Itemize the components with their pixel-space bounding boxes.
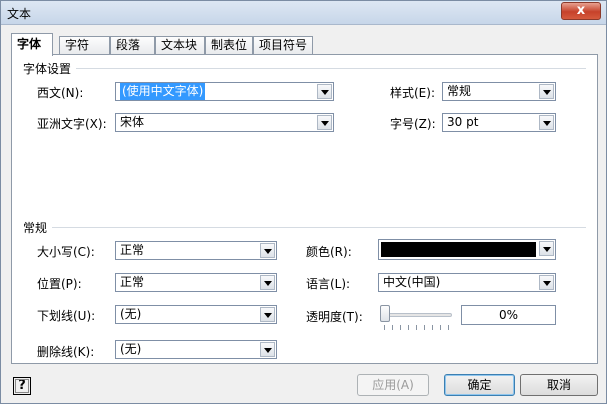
language-select[interactable]: 中文(中国) [378, 273, 556, 292]
underline-value: (无) [120, 307, 142, 321]
transparency-slider-ticks [384, 325, 452, 330]
language-label: 语言(L): [306, 277, 351, 291]
position-value: 正常 [120, 275, 145, 289]
asian-font-value: 宋体 [120, 115, 145, 129]
cancel-button[interactable]: 取消 [520, 374, 598, 396]
color-label: 颜色(R): [306, 245, 352, 259]
underline-select[interactable]: (无) [115, 305, 277, 324]
underline-label: 下划线(U): [37, 309, 96, 323]
tab-tabs[interactable]: 制表位 [205, 36, 253, 55]
close-icon: x [576, 3, 586, 18]
latin-font-label: 西文(N): [37, 86, 84, 100]
chevron-down-icon[interactable] [539, 115, 554, 130]
chevron-down-icon[interactable] [317, 84, 332, 99]
strikethrough-label: 删除线(K): [37, 345, 95, 359]
latin-font-select[interactable]: (使用中文字体) [115, 82, 334, 101]
tab-paragraph[interactable]: 段落 [110, 36, 155, 55]
transparency-label: 透明度(T): [306, 310, 363, 324]
general-heading: 常规 [23, 221, 48, 235]
size-label: 字号(Z): [390, 117, 436, 131]
asian-font-label: 亚洲文字(X): [37, 117, 107, 131]
chevron-down-icon[interactable] [260, 243, 275, 258]
size-value: 30 pt [447, 115, 479, 129]
group-divider [52, 227, 586, 228]
chevron-down-icon[interactable] [317, 115, 332, 130]
style-value: 常规 [447, 84, 472, 98]
chevron-down-icon[interactable] [539, 241, 554, 256]
window-title: 文本 [7, 7, 32, 21]
tab-character[interactable]: 字符 [59, 36, 110, 55]
strikethrough-value: (无) [120, 342, 142, 356]
tab-font[interactable]: 字体 [11, 33, 53, 56]
color-select[interactable] [378, 239, 556, 260]
title-bar: 文本 x [1, 1, 606, 25]
asian-font-select[interactable]: 宋体 [115, 113, 334, 132]
group-divider [76, 68, 586, 69]
close-button[interactable]: x [561, 2, 601, 20]
strikethrough-select[interactable]: (无) [115, 340, 277, 359]
font-settings-heading: 字体设置 [23, 62, 72, 76]
language-value: 中文(中国) [383, 275, 441, 289]
transparency-input[interactable]: 0% [461, 305, 556, 325]
style-select[interactable]: 常规 [442, 82, 556, 101]
chevron-down-icon[interactable] [260, 342, 275, 357]
case-label: 大小写(C): [37, 245, 95, 259]
position-label: 位置(P): [37, 277, 82, 291]
tab-bullets[interactable]: 项目符号 [253, 36, 313, 55]
latin-font-value: (使用中文字体) [120, 83, 206, 100]
size-select[interactable]: 30 pt [442, 113, 556, 132]
font-tab-panel: 字体设置 西文(N): (使用中文字体) 亚洲文字(X): 宋体 样式(E): … [11, 54, 598, 364]
chevron-down-icon[interactable] [260, 275, 275, 290]
chevron-down-icon[interactable] [260, 307, 275, 322]
position-select[interactable]: 正常 [115, 273, 277, 292]
transparency-slider-thumb[interactable] [380, 305, 390, 322]
apply-button[interactable]: 应用(A) [357, 374, 429, 396]
transparency-slider-track[interactable] [382, 313, 452, 317]
case-value: 正常 [120, 243, 145, 257]
style-label: 样式(E): [390, 86, 435, 100]
chevron-down-icon[interactable] [539, 275, 554, 290]
help-icon[interactable]: ? [13, 377, 31, 395]
ok-button[interactable]: 确定 [444, 374, 515, 396]
case-select[interactable]: 正常 [115, 241, 277, 260]
chevron-down-icon[interactable] [539, 84, 554, 99]
tab-text-block[interactable]: 文本块 [155, 36, 205, 55]
text-dialog: 文本 x 字体 字符 段落 文本块 制表位 项目符号 字体设置 西文(N): (… [0, 0, 607, 404]
color-swatch [381, 242, 536, 257]
